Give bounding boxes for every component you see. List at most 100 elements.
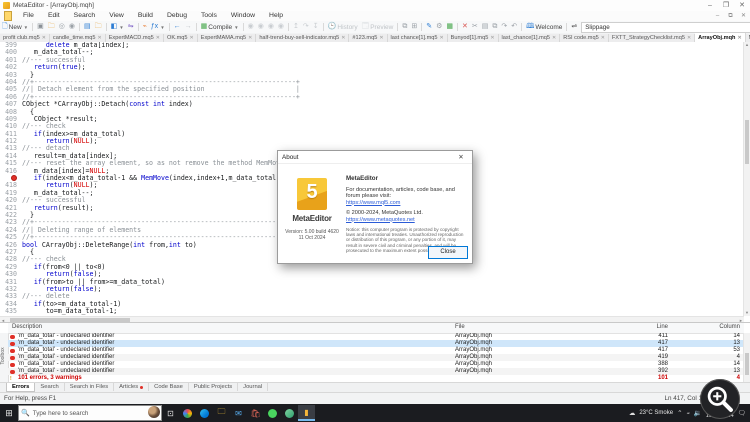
task-view-icon[interactable]: ⊡ [162,405,179,421]
tab-close-icon[interactable]: ✕ [439,35,443,41]
functions-button[interactable]: ƒx ▼ [149,22,167,33]
format-button[interactable]: ⇋ [126,22,136,33]
styler-button[interactable]: ◧ ▼ [109,22,126,33]
weather-label[interactable]: 23°C Smoke [639,410,673,416]
tab-close-icon[interactable]: ✕ [737,35,741,41]
taskbar-search-box[interactable]: 🔍 Type here to search [18,405,162,421]
debug-restart-button[interactable]: ◉ [276,22,286,33]
welcome-button[interactable]: 🕮 Welcome [524,22,564,33]
compile-button[interactable]: ▦ Compile ▼ [199,22,241,33]
attach-button[interactable]: ◎ [57,22,67,33]
search-input[interactable] [581,21,750,33]
data-folder-button[interactable]: 🗀 [93,22,104,33]
about-dialog-close-icon[interactable]: ✕ [454,153,468,161]
navigate-back-button[interactable]: ← [172,22,183,33]
step-out-button[interactable]: ↥ [291,22,301,33]
preview-button[interactable]: 🗔 Preview [360,22,396,33]
mdi-close-icon[interactable]: ✕ [737,11,750,22]
tab-rsi-code-mq5[interactable]: RSI code.mq5 ✕ [560,34,609,42]
mail-icon[interactable]: ✉ [230,405,247,421]
tray-chevron-icon[interactable]: ⌃ [677,409,682,417]
paste-button[interactable]: ▤ [480,22,491,33]
tab-close-icon[interactable]: ✕ [341,35,345,41]
tab-fxtt-strategychecklist-mq5[interactable]: FXTT_StrategyChecklist.mq5 ✕ [608,34,696,42]
cut-button[interactable]: ✂ [470,22,480,33]
mql5-storage-button[interactable]: ▦ [444,22,455,33]
new-file-button[interactable]: 🗋 New ▼ [0,22,30,33]
edit-button[interactable]: ✎ [424,22,434,33]
about-button[interactable]: ◉ [67,22,77,33]
menu-help[interactable]: Help [262,12,290,19]
history-button[interactable]: 🕒 History [326,22,360,33]
error-summary-row[interactable]: ! 101 errors, 3 warnings 101 4 [8,375,744,382]
redo-button[interactable]: ↷ [499,22,509,33]
tab-close-icon[interactable]: ✕ [552,35,556,41]
menu-file[interactable]: File [16,12,41,19]
panel-tab-public-projects[interactable]: Public Projects [189,383,239,391]
maximize-icon[interactable]: ❐ [718,0,734,11]
menu-tools[interactable]: Tools [194,12,224,19]
step-into-button[interactable]: ↧ [311,22,321,33]
tab-arrayobj-mqh[interactable]: ArrayObj.mqh ✕ [695,33,746,42]
tab-expertmacd-mq5[interactable]: ExpertMACD.mq5 ✕ [105,34,164,42]
panel-tab-search-in-files[interactable]: Search in Files [65,383,115,391]
file-explorer-icon[interactable]: 🗀 [213,405,230,421]
error-row[interactable]: 'm_data_total' - undeclared identifier Ar… [8,361,744,368]
tab-close-icon[interactable]: ✕ [601,35,605,41]
debug-pause-button[interactable]: ◉ [256,22,266,33]
tab--123-mq5[interactable]: #123.mq5 ✕ [349,34,388,42]
mql5-link[interactable]: https://www.mql5.com [346,200,466,207]
weather-icon[interactable]: ☁ [629,409,636,417]
store-icon[interactable]: 🛍 [247,405,264,421]
panel-tab-code-base[interactable]: Code Base [149,383,189,391]
debug-start-button[interactable]: ◉ [246,22,256,33]
editor-vertical-scrollbar[interactable]: ▲ ▼ [743,42,750,316]
delete-button[interactable]: ✕ [460,22,470,33]
debug-stop-button[interactable]: ◉ [266,22,276,33]
minimize-icon[interactable]: – [702,0,718,11]
menu-search[interactable]: Search [67,12,103,19]
photos-icon[interactable] [179,405,196,421]
tab-profit-club-mq5[interactable]: profit club.mq5 ✕ [0,34,50,42]
volume-icon[interactable]: 🔉 [694,409,702,417]
col-file[interactable]: File [455,324,465,330]
menu-build[interactable]: Build [131,12,160,19]
telegram-icon[interactable] [281,405,298,421]
metaquotes-link[interactable]: https://www.metaquotes.net [346,217,466,224]
zoom-overlay-button[interactable] [700,379,740,419]
panel-tab-articles[interactable]: Articles [114,383,150,391]
edge-icon[interactable] [196,405,213,421]
error-row[interactable]: 'm_data_total' - undeclared identifier Ar… [8,368,744,375]
menu-window[interactable]: Window [224,12,262,19]
start-button[interactable]: ⊞ [0,408,18,419]
menu-edit[interactable]: Edit [41,12,67,19]
undo-button[interactable]: ↶ [509,22,519,33]
mdi-minimize-icon[interactable]: – [711,11,724,22]
tab-close-icon[interactable]: ✕ [490,35,494,41]
tab-megaspikes-bbc-mt5-mq5[interactable]: MegaSpikes BBC-Mt5.mq5✕ [745,34,750,42]
close-icon[interactable]: ✕ [734,0,750,11]
error-row[interactable]: 'm_data_total' - undeclared identifier Ar… [8,354,744,361]
tab-close-icon[interactable]: ✕ [98,35,102,41]
tab-close-icon[interactable]: ✕ [190,35,194,41]
navigate-forward-button[interactable]: → [183,22,194,33]
search-highlight-icon[interactable] [148,406,160,418]
error-row[interactable]: 'm_data_total' - undeclared identifier Ar… [8,333,744,340]
tab-close-icon[interactable]: ✕ [42,35,46,41]
error-row[interactable]: 'm_data_total' - undeclared identifier Ar… [8,340,744,347]
save-button[interactable]: ▤ [82,22,93,33]
copy-button[interactable]: ⧉ [490,22,499,33]
panel-tab-journal[interactable]: Journal [238,383,269,391]
tab-close-icon[interactable]: ✕ [687,35,691,41]
col-line[interactable]: Line [618,324,668,330]
col-description[interactable]: Description [12,324,42,330]
search-options-button[interactable]: ⇌ [569,22,579,33]
whatsapp-icon[interactable] [264,405,281,421]
tab-close-icon[interactable]: ✕ [379,35,383,41]
tab-close-icon[interactable]: ✕ [156,35,160,41]
step-over-button[interactable]: ↷ [301,22,311,33]
tab-candle-time-mq5[interactable]: candle_time.mq5 ✕ [49,34,106,42]
panel-tab-search[interactable]: Search [35,383,65,391]
tab-half-trend-buy-sell-indicator-mq5[interactable]: half-trend-buy-sell-indicator.mq5 ✕ [256,34,350,42]
snippets-button[interactable]: ⊞ [409,22,419,33]
